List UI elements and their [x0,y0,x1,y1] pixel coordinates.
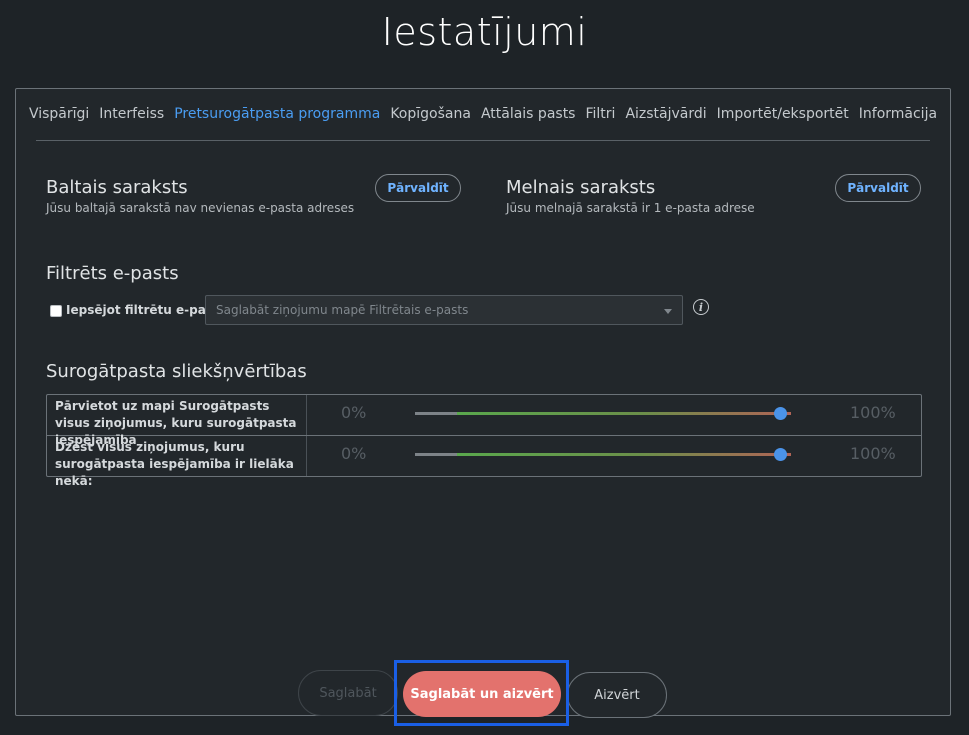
slider-handle[interactable] [774,407,787,420]
blacklist-description: Jūsu melnajā sarakstā ir 1 e-pasta adres… [506,201,755,215]
blacklist-manage-button[interactable]: Pārvaldīt [835,174,921,202]
threshold-min-label: 0% [341,403,367,422]
tab-information[interactable]: Informācija [859,106,937,140]
tab-sharing[interactable]: Kopīgošana [390,106,471,140]
whitelist-manage-button[interactable]: Pārvaldīt [375,174,461,202]
threshold-max-label: 100% [850,444,896,463]
thresholds-table: Pārvietot uz mapi Surogātpasts visus ziņ… [46,394,922,488]
tab-aliases[interactable]: Aizstājvārdi [625,106,706,140]
threshold-row-move: Pārvietot uz mapi Surogātpasts visus ziņ… [47,395,921,447]
threshold-row-delete: Dzēst visus ziņojumus, kuru surogātpasta… [47,436,921,488]
blacklist-heading: Melnais saraksts [506,177,656,198]
chevron-down-icon [664,309,672,314]
filtered-mail-heading: Filtrēts e-pasts [46,263,179,284]
save-button[interactable]: Saglabāt [298,670,398,716]
whitelist-description: Jūsu baltajā sarakstā nav nevienas e-pas… [46,201,355,215]
slider-track-inactive [415,412,457,415]
filtered-mail-select-value: Saglabāt ziņojumu mapē Filtrētais e-past… [216,303,469,317]
tab-general[interactable]: Vispārīgi [29,106,89,140]
page-title: Iestatījumi [381,10,588,54]
tab-import-export[interactable]: Importēt/eksportēt [717,106,849,140]
threshold-row-label: Pārvietot uz mapi Surogātpasts visus ziņ… [47,395,307,447]
slider-track-inactive [415,453,457,456]
filtered-mail-checkbox[interactable] [50,305,62,317]
filtered-mail-action-select[interactable]: Saglabāt ziņojumu mapē Filtrētais e-past… [205,295,683,325]
threshold-row-label: Dzēst visus ziņojumus, kuru surogātpasta… [47,436,307,488]
slider-track-active [457,453,791,456]
slider-track-active [457,412,791,415]
close-button[interactable]: Aizvērt [567,672,667,718]
threshold-min-label: 0% [341,444,367,463]
settings-dialog: Vispārīgi Interfeiss Pretsurogātpasta pr… [15,88,951,716]
tab-filters[interactable]: Filtri [585,106,615,140]
thresholds-heading: Surogātpasta sliekšņvērtības [46,361,307,382]
whitelist-heading: Baltais saraksts [46,177,188,198]
filtered-mail-checkbox-label: Iepsējot filtrētu e-pastu [66,303,228,317]
tab-remote-mail[interactable]: Attālais pasts [481,106,576,140]
threshold-slider-move[interactable] [415,407,791,420]
slider-handle[interactable] [774,448,787,461]
threshold-slider-delete[interactable] [415,448,791,461]
tab-antispam[interactable]: Pretsurogātpasta programma [174,106,380,140]
threshold-max-label: 100% [850,403,896,422]
tab-interface[interactable]: Interfeiss [99,106,164,140]
highlight-box [394,660,569,726]
settings-tabs: Vispārīgi Interfeiss Pretsurogātpasta pr… [29,106,937,141]
info-icon[interactable]: i [693,299,709,315]
